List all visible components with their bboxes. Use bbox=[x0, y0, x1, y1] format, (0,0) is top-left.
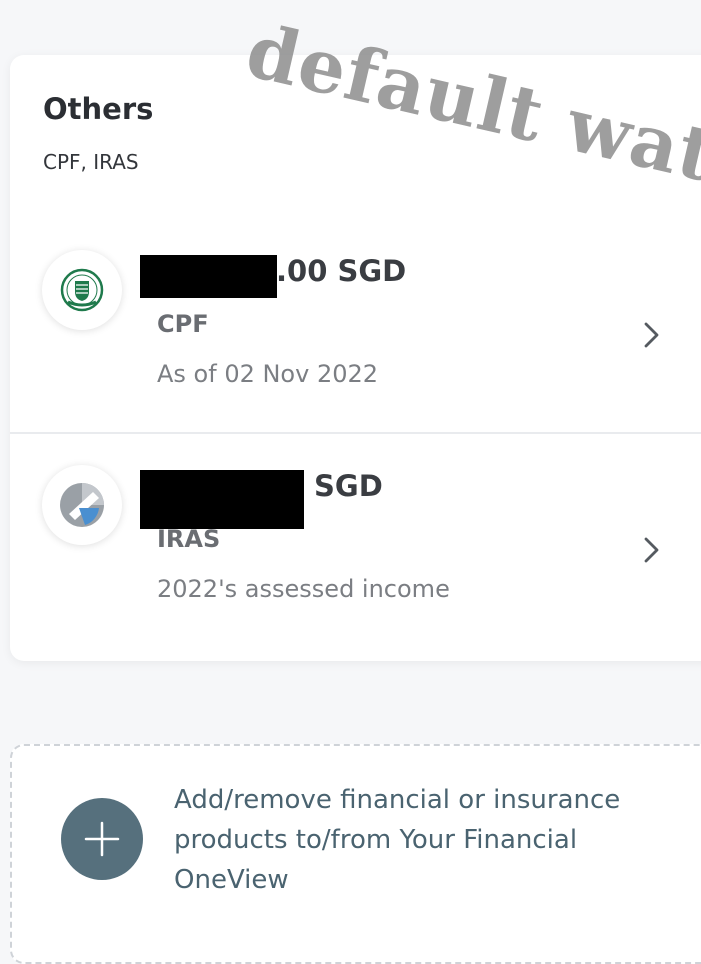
section-title: Others bbox=[43, 92, 154, 126]
iras-logo-icon bbox=[60, 483, 104, 527]
add-products-button[interactable] bbox=[61, 798, 143, 880]
cpf-crest-icon bbox=[60, 268, 104, 312]
add-products-card[interactable]: Add/remove financial or insurance produc… bbox=[10, 744, 701, 964]
iras-logo bbox=[42, 465, 122, 545]
cpf-logo bbox=[42, 250, 122, 330]
chevron-right-icon[interactable] bbox=[642, 320, 662, 350]
account-row-iras[interactable]: SGD IRAS 2022's assessed income bbox=[10, 465, 701, 665]
account-provider: CPF bbox=[157, 310, 209, 338]
redacted-amount bbox=[140, 255, 277, 298]
account-provider: IRAS bbox=[157, 525, 221, 553]
chevron-right-icon[interactable] bbox=[642, 535, 662, 565]
account-amount: SGD bbox=[314, 469, 383, 503]
account-meta: As of 02 Nov 2022 bbox=[157, 360, 379, 388]
plus-icon bbox=[84, 821, 120, 857]
section-subtitle: CPF, IRAS bbox=[43, 150, 139, 174]
account-meta: 2022's assessed income bbox=[157, 575, 450, 603]
account-amount: .00 SGD bbox=[276, 254, 407, 288]
add-products-text[interactable]: Add/remove financial or insurance produc… bbox=[174, 780, 654, 900]
redacted-amount bbox=[140, 470, 304, 529]
account-row-cpf[interactable]: .00 SGD CPF As of 02 Nov 2022 bbox=[10, 250, 701, 450]
row-divider bbox=[10, 432, 701, 434]
